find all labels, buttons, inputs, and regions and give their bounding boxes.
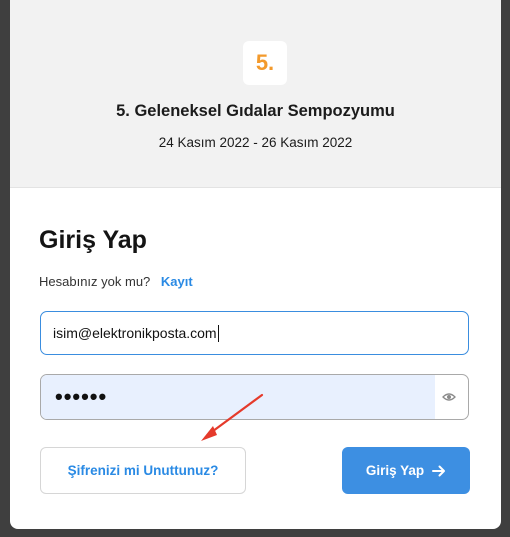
- login-title: Giriş Yap: [39, 226, 147, 254]
- password-value: ••••••: [41, 375, 435, 419]
- text-caret: [217, 324, 219, 342]
- login-button-label: Giriş Yap: [365, 463, 425, 478]
- event-header: 5. 5. Geleneksel Gıdalar Sempozyumu 24 K…: [10, 0, 501, 188]
- event-badge: 5.: [243, 41, 287, 85]
- email-field[interactable]: isim@elektronikposta.com: [40, 311, 469, 355]
- no-account-text: Hesabınız yok mu?: [39, 274, 151, 289]
- event-title: 5. Geleneksel Gıdalar Sempozyumu: [116, 102, 395, 120]
- email-value: isim@elektronikposta.com: [53, 325, 217, 341]
- arrow-right-icon: [432, 465, 446, 476]
- eye-icon[interactable]: [442, 391, 456, 403]
- register-link[interactable]: Kayıt: [161, 274, 193, 289]
- event-dates: 24 Kasım 2022 - 26 Kasım 2022: [158, 135, 353, 150]
- login-button[interactable]: Giriş Yap: [342, 447, 470, 494]
- no-account-row: Hesabınız yok mu? Kayıt: [39, 274, 193, 289]
- password-field[interactable]: ••••••: [40, 374, 469, 420]
- forgot-password-button[interactable]: Şifrenizi mi Unuttunuz?: [40, 447, 246, 494]
